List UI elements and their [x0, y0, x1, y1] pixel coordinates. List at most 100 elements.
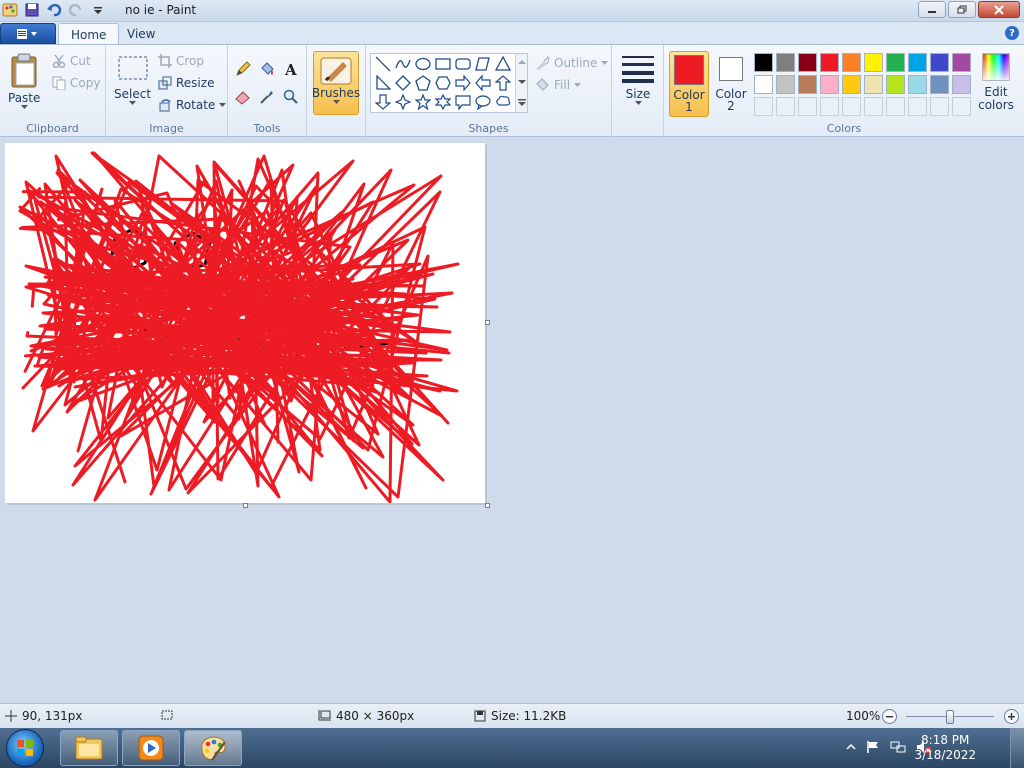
palette-color-swatch[interactable]: [864, 75, 883, 94]
drawing-canvas[interactable]: [5, 143, 485, 503]
edit-colors-button[interactable]: Edit colors: [976, 53, 1016, 111]
customize-qat-icon[interactable]: [90, 2, 106, 18]
redo-icon[interactable]: [68, 2, 84, 18]
cloud-callout-shape-icon[interactable]: [494, 93, 512, 111]
custom-color-slot[interactable]: [886, 97, 905, 116]
palette-color-swatch[interactable]: [798, 53, 817, 72]
four-point-star-shape-icon[interactable]: [394, 93, 412, 111]
palette-color-swatch[interactable]: [842, 53, 861, 72]
palette-color-swatch[interactable]: [820, 53, 839, 72]
rect-callout-shape-icon[interactable]: [454, 93, 472, 111]
polygon-shape-icon[interactable]: [474, 55, 492, 73]
left-arrow-shape-icon[interactable]: [474, 74, 492, 92]
palette-color-swatch[interactable]: [754, 75, 773, 94]
zoom-slider-thumb[interactable]: [946, 710, 954, 724]
custom-color-slot[interactable]: [908, 97, 927, 116]
resize-handle-right[interactable]: [485, 320, 490, 325]
right-arrow-shape-icon[interactable]: [454, 74, 472, 92]
palette-color-swatch[interactable]: [908, 75, 927, 94]
down-arrow-shape-icon[interactable]: [374, 93, 392, 111]
taskbar-explorer[interactable]: [60, 730, 118, 766]
palette-color-swatch[interactable]: [886, 53, 905, 72]
restore-button[interactable]: [948, 1, 976, 18]
outline-button[interactable]: Outline: [534, 55, 609, 71]
start-button[interactable]: [6, 729, 44, 767]
custom-color-slot[interactable]: [952, 97, 971, 116]
rounded-rectangle-shape-icon[interactable]: [454, 55, 472, 73]
action-center-flag-icon[interactable]: [866, 740, 880, 754]
color-picker-icon[interactable]: [257, 87, 277, 107]
network-icon[interactable]: [890, 740, 906, 754]
palette-color-swatch[interactable]: [930, 75, 949, 94]
help-icon[interactable]: ?: [1005, 26, 1019, 40]
fill-bucket-icon[interactable]: [257, 59, 277, 79]
line-shape-icon[interactable]: [374, 55, 392, 73]
palette-color-swatch[interactable]: [776, 75, 795, 94]
palette-color-swatch[interactable]: [886, 75, 905, 94]
curve-shape-icon[interactable]: [394, 55, 412, 73]
magnifier-icon[interactable]: [281, 87, 301, 107]
undo-icon[interactable]: [46, 2, 62, 18]
select-button[interactable]: Select: [114, 55, 151, 106]
eraser-icon[interactable]: [233, 87, 253, 107]
custom-color-slot[interactable]: [798, 97, 817, 116]
five-point-star-shape-icon[interactable]: [414, 93, 432, 111]
diamond-shape-icon[interactable]: [394, 74, 412, 92]
oval-shape-icon[interactable]: [414, 55, 432, 73]
palette-color-swatch[interactable]: [908, 53, 927, 72]
pentagon-shape-icon[interactable]: [414, 74, 432, 92]
pencil-icon[interactable]: [233, 59, 253, 79]
color1-button[interactable]: Color 1: [669, 51, 709, 117]
palette-color-swatch[interactable]: [952, 75, 971, 94]
resize-handle-bottom[interactable]: [243, 503, 248, 508]
cut-button[interactable]: Cut: [52, 54, 91, 68]
custom-color-slot[interactable]: [930, 97, 949, 116]
palette-color-swatch[interactable]: [930, 53, 949, 72]
paint-menu-button[interactable]: [0, 23, 56, 44]
fill-button[interactable]: Fill: [534, 77, 582, 93]
taskbar-clock[interactable]: 8:18 PM 3/18/2022: [914, 733, 976, 763]
minimize-button[interactable]: [918, 1, 946, 18]
taskbar-media-player[interactable]: [122, 730, 180, 766]
custom-color-slot[interactable]: [820, 97, 839, 116]
tab-view[interactable]: View: [115, 23, 167, 44]
taskbar-paint[interactable]: [184, 730, 242, 766]
custom-color-slot[interactable]: [864, 97, 883, 116]
gallery-scroll[interactable]: [515, 54, 527, 112]
rectangle-shape-icon[interactable]: [434, 55, 452, 73]
hexagon-shape-icon[interactable]: [434, 74, 452, 92]
size-button[interactable]: Size: [618, 53, 658, 106]
save-icon[interactable]: [24, 2, 40, 18]
palette-color-swatch[interactable]: [798, 75, 817, 94]
canvas-workspace[interactable]: [0, 138, 1024, 703]
text-tool-icon[interactable]: A: [281, 59, 301, 79]
custom-color-slot[interactable]: [754, 97, 773, 116]
resize-handle-corner[interactable]: [485, 503, 490, 508]
six-point-star-shape-icon[interactable]: [434, 93, 452, 111]
color2-button[interactable]: Color 2: [712, 54, 750, 118]
zoom-out-button[interactable]: [882, 709, 897, 724]
close-button[interactable]: [978, 1, 1020, 18]
palette-color-swatch[interactable]: [820, 75, 839, 94]
zoom-in-button[interactable]: [1004, 709, 1019, 724]
triangle-shape-icon[interactable]: [494, 55, 512, 73]
tab-home[interactable]: Home: [58, 23, 120, 44]
custom-color-slot[interactable]: [776, 97, 795, 116]
palette-color-swatch[interactable]: [842, 75, 861, 94]
crop-button[interactable]: Crop: [158, 54, 204, 68]
right-triangle-shape-icon[interactable]: [374, 74, 392, 92]
custom-color-slot[interactable]: [842, 97, 861, 116]
palette-color-swatch[interactable]: [776, 53, 795, 72]
copy-button[interactable]: Copy: [52, 76, 100, 90]
resize-button[interactable]: Resize: [158, 76, 214, 90]
brushes-button[interactable]: Brushes: [312, 51, 360, 115]
paint-app-icon[interactable]: [2, 2, 18, 18]
palette-color-swatch[interactable]: [952, 53, 971, 72]
palette-color-swatch[interactable]: [754, 53, 773, 72]
up-arrow-shape-icon[interactable]: [494, 74, 512, 92]
paste-button[interactable]: Paste: [8, 53, 40, 110]
show-desktop-button[interactable]: [1010, 728, 1024, 768]
show-hidden-icons-icon[interactable]: [846, 740, 856, 754]
oval-callout-shape-icon[interactable]: [474, 93, 492, 111]
rotate-button[interactable]: Rotate: [158, 98, 227, 112]
